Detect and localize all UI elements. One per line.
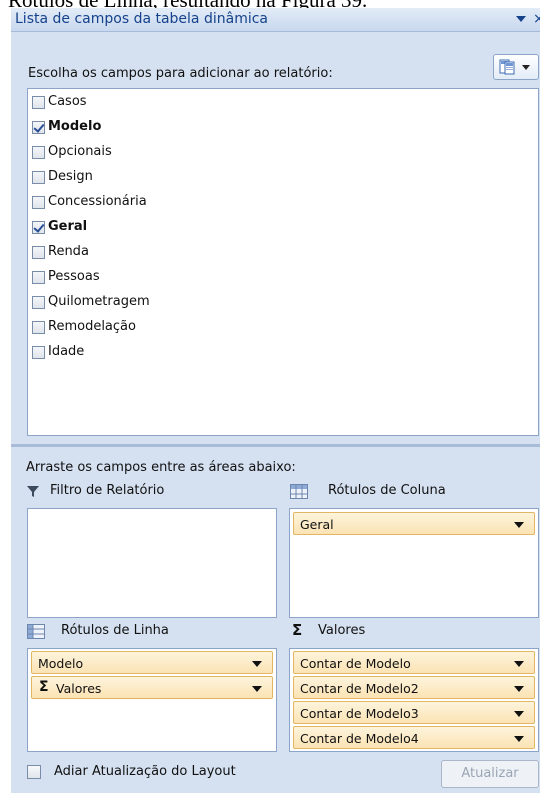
report-filter-label: Filtro de Relatório	[50, 483, 165, 498]
pane-splitter[interactable]	[11, 444, 540, 447]
field-checkbox[interactable]	[32, 346, 45, 359]
chevron-down-icon[interactable]	[252, 686, 262, 692]
field-item-opcionais[interactable]: Opcionais	[28, 141, 538, 163]
chip-label: Geral	[300, 517, 334, 532]
row-field-chip-modelo[interactable]: Modelo	[31, 651, 273, 674]
field-item-remodelacao[interactable]: Remodelação	[28, 316, 538, 338]
field-label: Concessionária	[48, 194, 147, 209]
chevron-down-icon[interactable]	[514, 522, 524, 528]
field-label: Quilometragem	[48, 294, 150, 309]
fields-instruction: Escolha os campos para adicionar ao rela…	[28, 66, 333, 81]
field-label: Modelo	[48, 119, 102, 134]
chevron-down-icon[interactable]	[514, 711, 524, 717]
layout-icon	[499, 59, 515, 75]
field-item-design[interactable]: Design	[28, 166, 538, 188]
field-list-layout-button[interactable]	[493, 54, 539, 80]
field-checkbox[interactable]	[32, 171, 45, 184]
panel-title-bar: Lista de campos da tabela dinâmica ×	[11, 8, 540, 32]
field-label: Remodelação	[48, 319, 136, 334]
grid-icon	[27, 624, 45, 639]
field-item-renda[interactable]: Renda	[28, 241, 538, 263]
field-label: Casos	[48, 94, 87, 109]
value-field-chip-contar-de-modelo3[interactable]: Contar de Modelo3	[293, 701, 535, 724]
panel-title: Lista de campos da tabela dinâmica	[15, 11, 268, 27]
column-field-chip-geral[interactable]: Geral	[293, 512, 535, 535]
field-item-concessionaria[interactable]: Concessionária	[28, 191, 538, 213]
chip-label: Contar de Modelo	[300, 656, 411, 671]
report-filter-area[interactable]	[27, 508, 277, 618]
chip-label: Modelo	[38, 656, 84, 671]
field-label: Geral	[48, 219, 88, 234]
field-item-quilometragem[interactable]: Quilometragem	[28, 291, 538, 313]
chip-label: Contar de Modelo4	[300, 731, 419, 746]
field-item-modelo[interactable]: Modelo	[28, 116, 538, 138]
field-checkbox[interactable]	[32, 246, 45, 259]
values-header: Σ Valores	[292, 621, 540, 642]
field-label: Pessoas	[48, 269, 100, 284]
field-checkbox[interactable]	[32, 221, 45, 234]
sigma-icon: Σ	[292, 621, 303, 639]
sigma-icon: Σ	[39, 679, 49, 695]
update-button[interactable]: Atualizar	[441, 760, 539, 788]
values-area[interactable]: Contar de Modelo Contar de Modelo2 Conta…	[289, 648, 539, 752]
field-checkbox[interactable]	[32, 271, 45, 284]
row-labels-label: Rótulos de Linha	[61, 623, 169, 638]
chevron-down-icon[interactable]	[514, 736, 524, 742]
field-checkbox[interactable]	[32, 121, 45, 134]
value-field-chip-contar-de-modelo4[interactable]: Contar de Modelo4	[293, 726, 535, 749]
chevron-down-icon[interactable]	[514, 661, 524, 667]
column-labels-label: Rótulos de Coluna	[328, 483, 446, 498]
value-field-chip-contar-de-modelo[interactable]: Contar de Modelo	[293, 651, 535, 674]
field-item-pessoas[interactable]: Pessoas	[28, 266, 538, 288]
chip-label: Contar de Modelo3	[300, 706, 419, 721]
field-label: Renda	[48, 244, 89, 259]
filter-icon	[27, 486, 39, 497]
document-background-text: Rótulos de Linha, resultando na Figura 3…	[0, 0, 540, 8]
panel-menu-dropdown-icon[interactable]	[516, 16, 526, 22]
values-label: Valores	[318, 623, 366, 638]
field-item-casos[interactable]: Casos	[28, 91, 538, 113]
row-labels-area[interactable]: Modelo Σ Valores	[27, 648, 277, 752]
field-checkbox[interactable]	[32, 196, 45, 209]
field-label: Idade	[48, 344, 85, 359]
field-checkbox[interactable]	[32, 96, 45, 109]
pivot-field-list-panel: Lista de campos da tabela dinâmica × Esc…	[11, 8, 540, 793]
field-list-box: Casos Modelo Opcionais Design Concession…	[27, 88, 539, 436]
close-icon[interactable]: ×	[533, 11, 540, 27]
defer-layout-update-label: Adiar Atualização do Layout	[54, 764, 236, 779]
areas-instruction: Arraste os campos entre as áreas abaixo:	[26, 460, 296, 475]
chevron-down-icon	[522, 65, 530, 70]
chip-label: Contar de Modelo2	[300, 681, 419, 696]
field-item-idade[interactable]: Idade	[28, 341, 538, 363]
field-checkbox[interactable]	[32, 296, 45, 309]
defer-layout-update-checkbox[interactable]	[27, 765, 41, 779]
column-labels-area[interactable]: Geral	[289, 508, 539, 618]
chip-label: Valores	[56, 681, 102, 696]
report-filter-header: Filtro de Relatório	[26, 482, 276, 502]
chevron-down-icon[interactable]	[514, 686, 524, 692]
chevron-down-icon[interactable]	[252, 661, 262, 667]
row-labels-header: Rótulos de Linha	[27, 622, 277, 642]
field-checkbox[interactable]	[32, 321, 45, 334]
field-label: Opcionais	[48, 144, 112, 159]
grid-icon	[290, 484, 308, 499]
field-item-geral[interactable]: Geral	[28, 216, 538, 238]
field-label: Design	[48, 169, 93, 184]
column-labels-header: Rótulos de Coluna	[290, 482, 540, 502]
field-checkbox[interactable]	[32, 146, 45, 159]
value-field-chip-contar-de-modelo2[interactable]: Contar de Modelo2	[293, 676, 535, 699]
row-field-chip-valores[interactable]: Σ Valores	[31, 676, 273, 699]
